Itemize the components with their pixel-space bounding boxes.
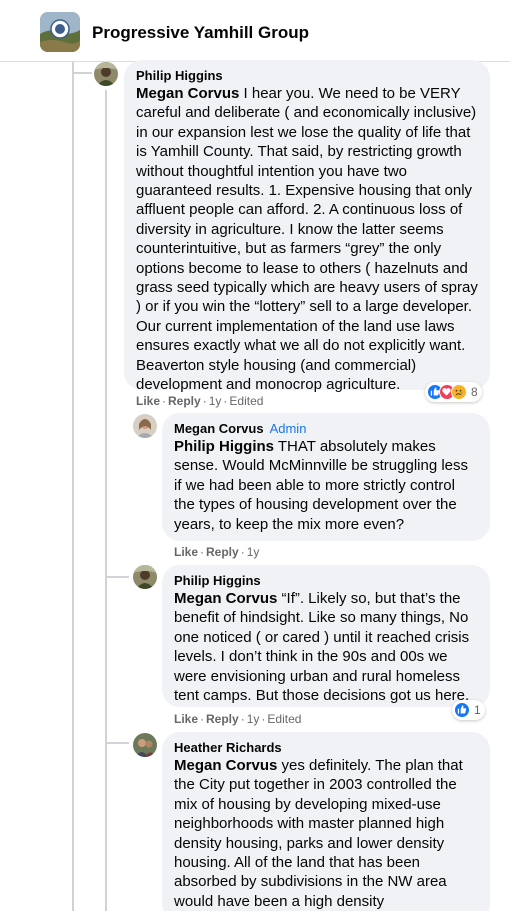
sad-icon bbox=[451, 384, 467, 400]
thread-line-connector bbox=[72, 72, 92, 74]
comment-text: Megan Corvus “If”. Likely so, but that’s… bbox=[174, 590, 470, 705]
like-button[interactable]: Like bbox=[136, 394, 160, 408]
comment-actions: Like · Reply · 1y bbox=[174, 545, 260, 559]
thread-line-outer bbox=[72, 62, 74, 911]
group-logo-icon[interactable] bbox=[40, 12, 80, 52]
edited-label: Edited bbox=[267, 712, 302, 726]
like-button[interactable]: Like bbox=[174, 545, 198, 559]
edited-label: Edited bbox=[229, 394, 264, 408]
comment-author[interactable]: Heather Richards bbox=[174, 740, 478, 756]
comment-actions: Like · Reply · 1y · Edited bbox=[136, 394, 264, 408]
reply-button[interactable]: Reply bbox=[168, 394, 201, 408]
like-button[interactable]: Like bbox=[174, 712, 198, 726]
reply-button[interactable]: Reply bbox=[206, 712, 239, 726]
thread-line-inner bbox=[105, 90, 107, 911]
comment-bubble: Philip Higgins Megan Corvus I hear you. … bbox=[124, 60, 490, 393]
group-header: Progressive Yamhill Group bbox=[0, 0, 510, 62]
avatar[interactable] bbox=[133, 733, 157, 757]
timestamp[interactable]: 1y bbox=[247, 712, 260, 726]
thread-line-connector bbox=[105, 576, 129, 578]
thread-line-connector bbox=[105, 742, 129, 744]
like-icon bbox=[454, 702, 470, 718]
timestamp[interactable]: 1y bbox=[247, 545, 260, 559]
timestamp[interactable]: 1y bbox=[209, 394, 222, 408]
comment-bubble: Philip Higgins Megan Corvus “If”. Likely… bbox=[162, 565, 490, 707]
admin-badge[interactable]: Admin bbox=[270, 421, 307, 436]
avatar[interactable] bbox=[133, 565, 157, 589]
comment-bubble: Megan Corvus Admin Philip Higgins THAT ab… bbox=[162, 413, 490, 541]
reply-button[interactable]: Reply bbox=[206, 545, 239, 559]
comment-text: Megan Corvus yes definitely. The plan th… bbox=[174, 757, 463, 910]
reaction-summary[interactable]: 1 bbox=[452, 700, 485, 720]
comment-text: Philip Higgins THAT absolutely makes sen… bbox=[174, 438, 469, 533]
comment-author-name[interactable]: Megan Corvus bbox=[174, 421, 264, 436]
mention-link[interactable]: Megan Corvus bbox=[174, 590, 277, 607]
comment-text: Megan Corvus I hear you. We need to be V… bbox=[136, 85, 478, 394]
avatar[interactable] bbox=[133, 414, 157, 438]
comment-bubble: Heather Richards Megan Corvus yes defini… bbox=[162, 732, 490, 911]
comment-actions: Like · Reply · 1y · Edited bbox=[174, 712, 302, 726]
reaction-count: 8 bbox=[471, 385, 478, 399]
comment-author: Megan Corvus Admin bbox=[174, 421, 478, 437]
mention-link[interactable]: Megan Corvus bbox=[136, 85, 239, 102]
comment-author[interactable]: Philip Higgins bbox=[174, 573, 478, 589]
reaction-summary[interactable]: 8 bbox=[425, 382, 482, 402]
avatar[interactable] bbox=[94, 62, 118, 86]
comment-author[interactable]: Philip Higgins bbox=[136, 68, 478, 84]
group-name[interactable]: Progressive Yamhill Group bbox=[92, 23, 309, 43]
mention-link[interactable]: Philip Higgins bbox=[174, 438, 274, 455]
reaction-count: 1 bbox=[474, 703, 481, 717]
mention-link[interactable]: Megan Corvus bbox=[174, 757, 277, 774]
